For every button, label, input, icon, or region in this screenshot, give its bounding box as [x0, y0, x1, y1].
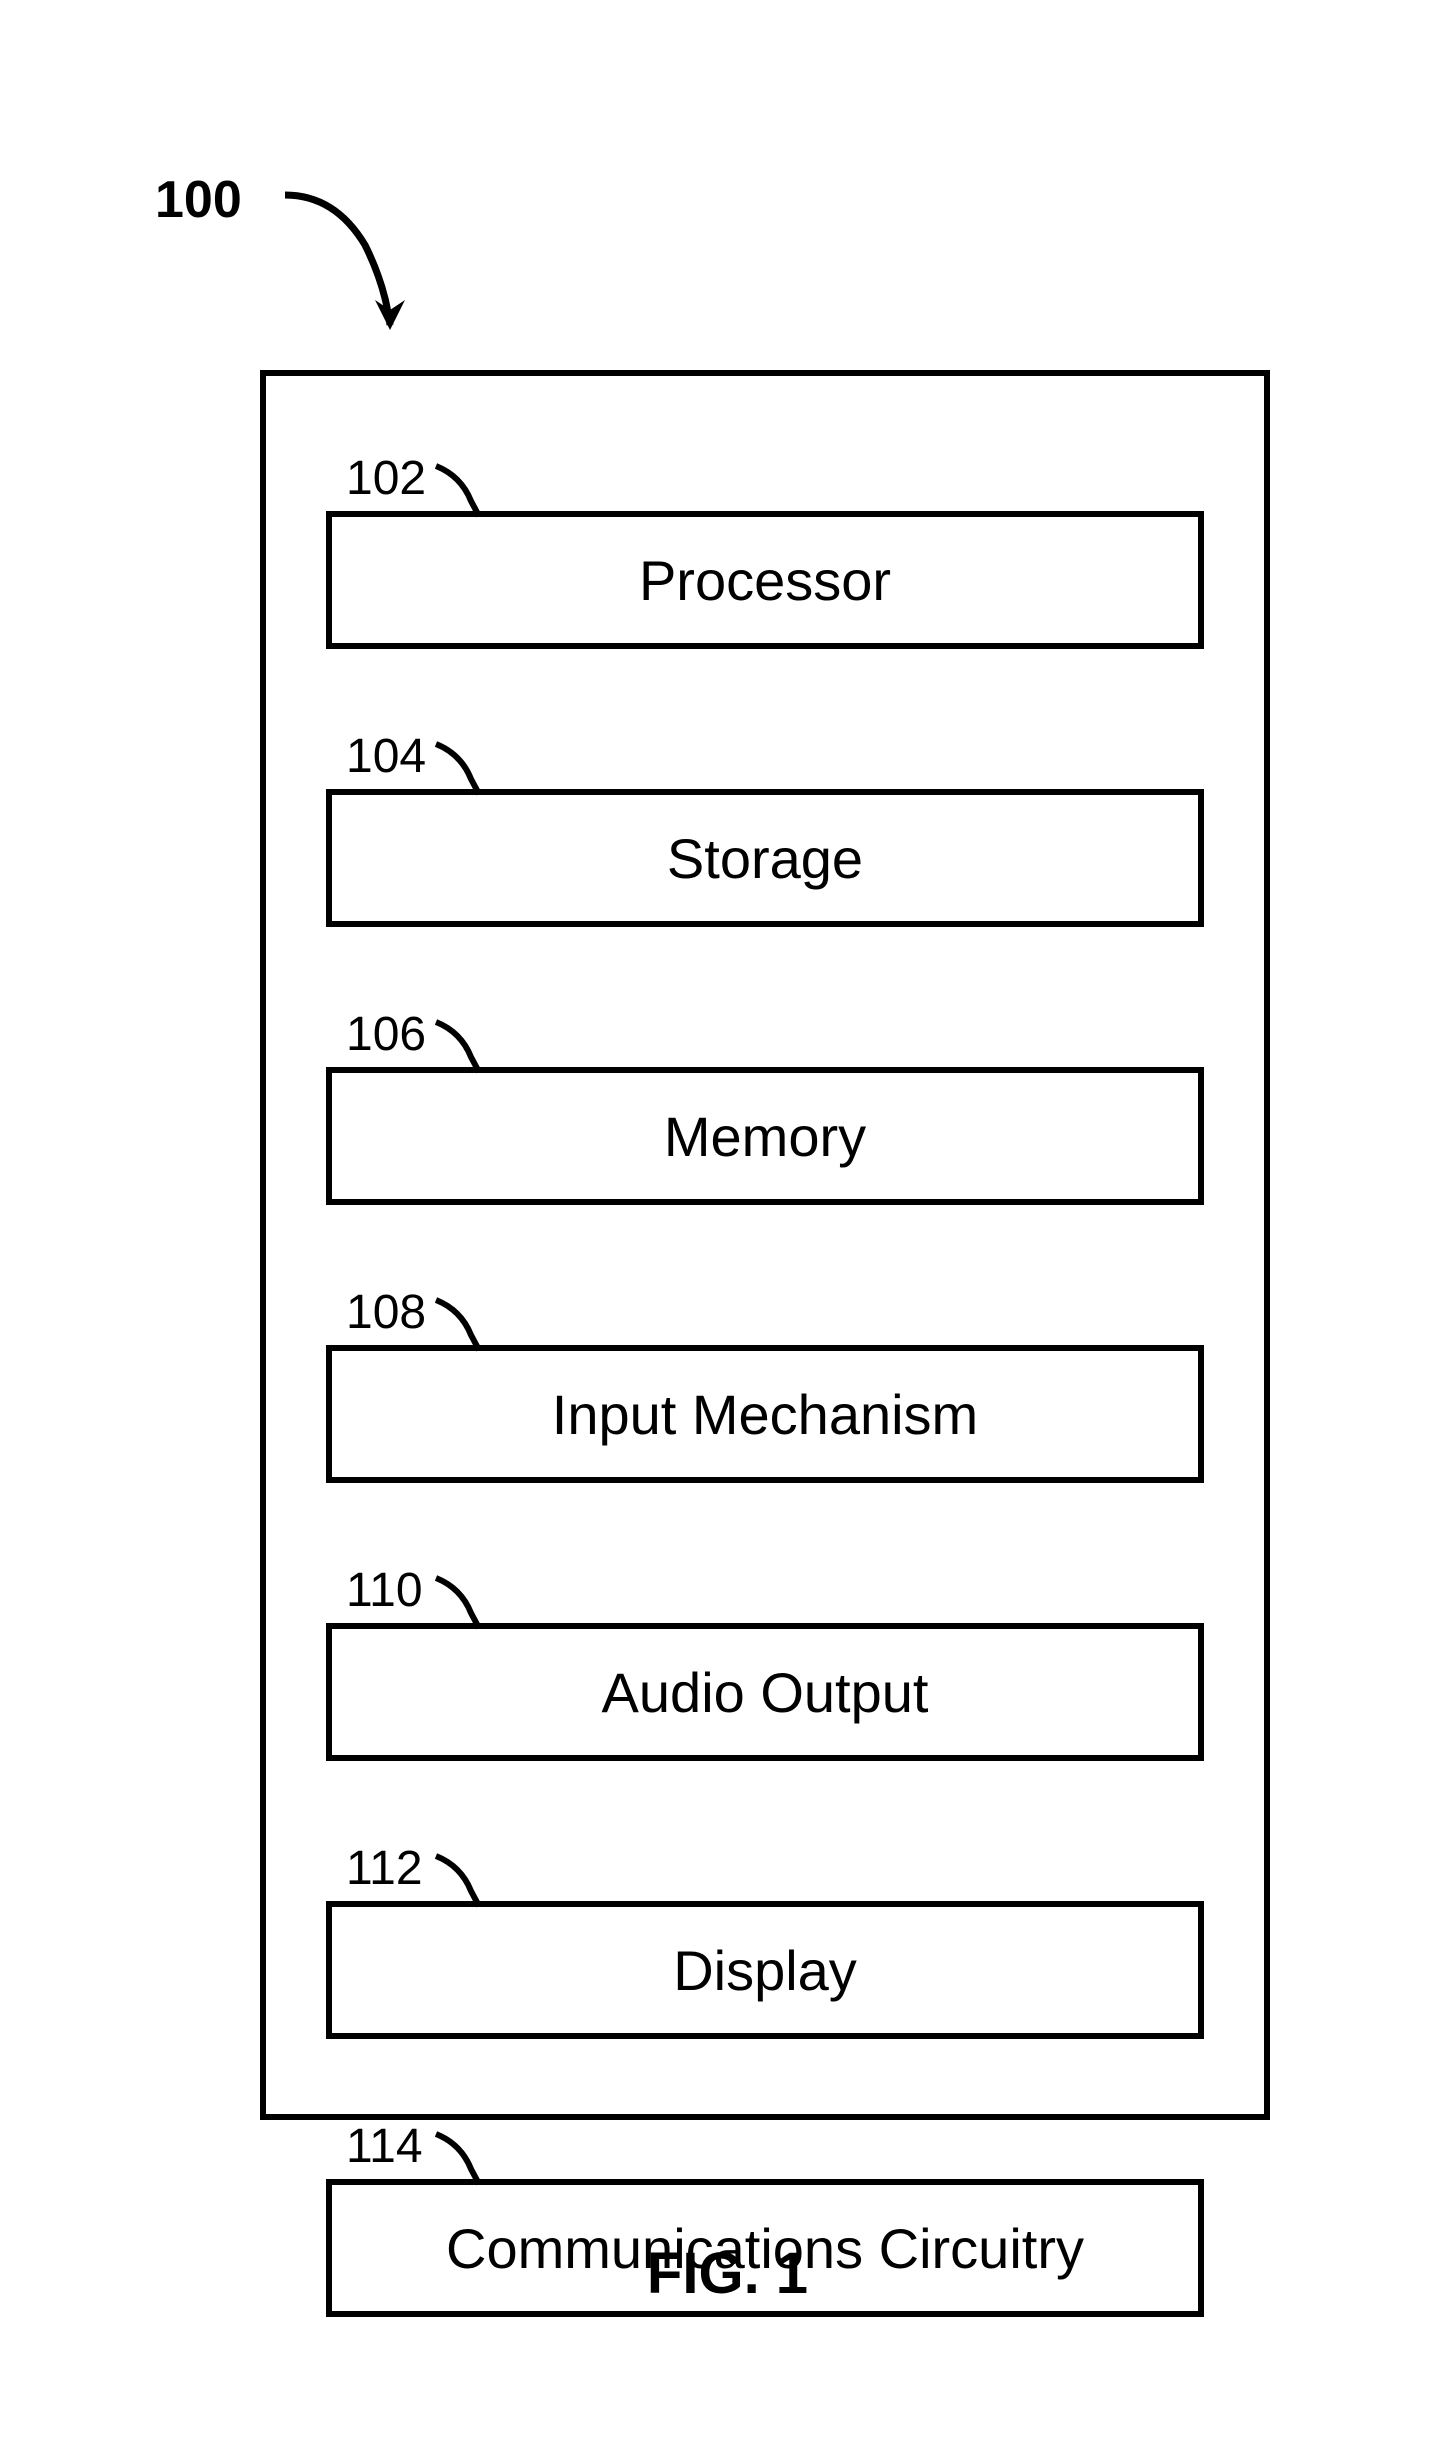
leader-line-icon [431, 1573, 501, 1631]
block-box-processor: Processor [326, 511, 1204, 649]
leader-line-icon [431, 1851, 501, 1909]
block-memory: 106 Memory [326, 1007, 1204, 1205]
leader-line-icon [431, 1295, 501, 1353]
block-display: 112 Display [326, 1841, 1204, 2039]
block-box-audio-output: Audio Output [326, 1623, 1204, 1761]
block-storage: 104 Storage [326, 729, 1204, 927]
block-label-processor: Processor [639, 548, 891, 613]
block-audio-output: 110 Audio Output [326, 1563, 1204, 1761]
leader-line-icon [431, 1017, 501, 1075]
main-reference-number: 100 [155, 170, 242, 230]
block-label-display: Display [673, 1938, 857, 2003]
block-box-storage: Storage [326, 789, 1204, 927]
figure-caption: FIG. 1 [0, 2240, 1455, 2307]
leader-line-icon [431, 2129, 501, 2187]
leader-line-icon [431, 461, 501, 519]
leader-line-icon [431, 739, 501, 797]
block-box-display: Display [326, 1901, 1204, 2039]
block-label-audio-output: Audio Output [602, 1660, 929, 1725]
block-processor: 102 Processor [326, 451, 1204, 649]
main-reference-arrow-icon [275, 175, 415, 345]
block-label-memory: Memory [664, 1104, 866, 1169]
block-input-mechanism: 108 Input Mechanism [326, 1285, 1204, 1483]
block-label-input-mechanism: Input Mechanism [552, 1382, 978, 1447]
block-box-input-mechanism: Input Mechanism [326, 1345, 1204, 1483]
block-label-storage: Storage [667, 826, 863, 891]
block-box-memory: Memory [326, 1067, 1204, 1205]
device-container: 102 Processor 104 Storage 106 Memory 108 [260, 370, 1270, 2120]
